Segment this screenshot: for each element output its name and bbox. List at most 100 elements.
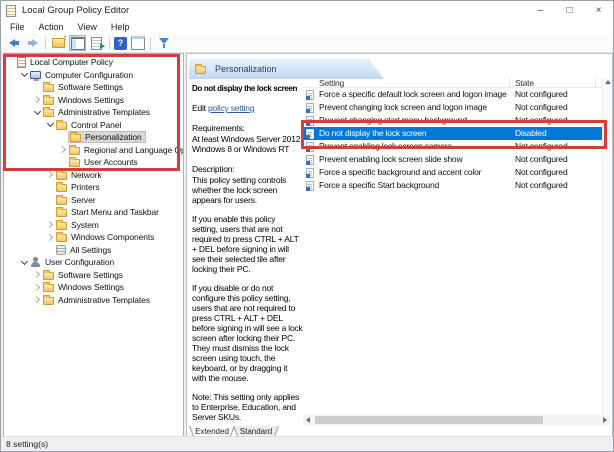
menu-item[interactable]: View — [71, 22, 104, 32]
expander-icon[interactable] — [20, 70, 29, 79]
tree-item[interactable]: Start Menu and Taskbar — [4, 206, 183, 219]
export-list-icon[interactable] — [88, 35, 105, 51]
tree-item-label: Regional and Language Options — [84, 145, 184, 155]
scroll-left-icon[interactable] — [303, 415, 313, 425]
policy-row[interactable]: Prevent enabling lock screen slide show … — [303, 153, 602, 166]
tree-item[interactable]: Software Settings — [4, 81, 183, 94]
tree-item[interactable]: All Settings — [4, 244, 183, 257]
tree-item-label: Server — [71, 195, 95, 205]
policy-row[interactable]: Force a specific default lock screen and… — [303, 88, 602, 101]
tree-item[interactable]: System — [4, 219, 183, 232]
folder-icon — [56, 172, 67, 180]
folder-icon — [43, 297, 54, 305]
expander-icon[interactable] — [33, 295, 42, 304]
policy-setting-icon — [306, 168, 314, 178]
tree-item[interactable]: Windows Settings — [4, 94, 183, 107]
app-icon — [6, 5, 16, 17]
new-window-icon[interactable] — [129, 35, 146, 51]
expander-icon[interactable] — [20, 258, 29, 267]
policy-state: Not configured — [515, 153, 567, 166]
tree-item[interactable]: Administrative Templates — [4, 294, 183, 307]
computer-icon — [30, 71, 41, 79]
expander-icon — [59, 133, 68, 142]
tree-item-label: Windows Components — [71, 232, 154, 242]
filter-icon[interactable] — [155, 35, 172, 51]
expander-icon[interactable] — [46, 220, 55, 229]
expander-icon[interactable] — [33, 283, 42, 292]
tree-item[interactable]: Server — [4, 194, 183, 207]
column-divider[interactable] — [595, 78, 596, 88]
folder-icon — [56, 122, 67, 130]
folder-icon — [43, 284, 54, 292]
expander-icon[interactable] — [46, 170, 55, 179]
tree-item[interactable]: Personalization — [4, 131, 183, 144]
menu-item[interactable]: File — [3, 22, 32, 32]
tree-item[interactable]: Windows Components — [4, 231, 183, 244]
policy-setting-icon — [306, 181, 314, 191]
expander-icon[interactable] — [46, 233, 55, 242]
folder-icon — [43, 272, 54, 280]
tree-item[interactable]: Computer Configuration — [4, 69, 183, 82]
policy-row[interactable]: Force a specific background and accent c… — [303, 166, 602, 179]
edit-policy-line: Edit policy setting — [192, 103, 303, 113]
tree-item[interactable]: User Configuration — [4, 256, 183, 269]
tree-item-label: Start Menu and Taskbar — [71, 207, 159, 217]
console-tree-panel: Local Computer Policy Computer Configura… — [3, 53, 184, 438]
policy-row[interactable]: Prevent enabling lock screen camera Not … — [303, 140, 602, 153]
tree-item[interactable]: Printers — [4, 181, 183, 194]
expander-icon[interactable] — [33, 270, 42, 279]
folder-icon — [56, 209, 67, 217]
expander-icon — [46, 208, 55, 217]
requirements-label: Requirements: — [192, 123, 303, 133]
main-area: Local Computer Policy Computer Configura… — [1, 53, 613, 436]
tree-item-label: Windows Settings — [58, 282, 124, 292]
policy-setting-link[interactable]: policy setting — [208, 103, 254, 113]
all-settings-icon — [56, 245, 66, 255]
folder-icon — [56, 184, 67, 192]
expander-icon[interactable] — [46, 120, 55, 129]
tree-item[interactable]: Regional and Language Options — [4, 144, 183, 157]
maximize-button[interactable]: □ — [555, 1, 584, 20]
vertical-scrollbar[interactable] — [602, 78, 611, 414]
tree-item[interactable]: Windows Settings — [4, 281, 183, 294]
expander-icon[interactable] — [33, 95, 42, 104]
horizontal-scrollbar[interactable] — [303, 415, 610, 425]
console-tree-icon[interactable] — [69, 35, 86, 51]
scrollbar-thumb[interactable] — [315, 416, 543, 424]
policy-row[interactable]: Do not display the lock screen Disabled — [303, 127, 602, 140]
minimize-button[interactable]: – — [526, 1, 555, 20]
policy-row[interactable]: Force a specific Start background Not co… — [303, 179, 602, 192]
tree-item[interactable]: Control Panel — [4, 119, 183, 132]
policy-row[interactable]: Prevent changing lock screen and logon i… — [303, 101, 602, 114]
separator — [45, 37, 46, 50]
menu-item[interactable]: Help — [104, 22, 137, 32]
status-text: 8 setting(s) — [6, 439, 48, 449]
column-divider[interactable] — [509, 78, 510, 88]
tree-item[interactable]: Software Settings — [4, 269, 183, 282]
tree-item-label: Network — [71, 170, 101, 180]
policy-row[interactable]: Prevent changing start menu background N… — [303, 114, 602, 127]
column-header-setting[interactable]: Setting — [319, 78, 344, 88]
description-paragraph: If you enable this policy setting, users… — [192, 214, 303, 274]
tree-item-label: Administrative Templates — [58, 107, 150, 117]
tree-item[interactable]: User Accounts — [4, 156, 183, 169]
folder-icon — [56, 197, 67, 205]
forward-icon[interactable] — [24, 35, 41, 51]
window-title: Local Group Policy Editor — [22, 5, 129, 16]
description-paragraph: Note: This setting only applies to Enter… — [192, 392, 303, 422]
separator — [150, 37, 151, 50]
description-paragraph: This policy setting controls whether the… — [192, 175, 303, 205]
back-icon[interactable] — [5, 35, 22, 51]
close-button[interactable]: × — [584, 1, 613, 20]
expander-icon[interactable] — [59, 145, 68, 154]
help-icon[interactable] — [114, 37, 127, 50]
column-header-state[interactable]: State — [515, 78, 534, 88]
up-level-icon[interactable] — [50, 35, 67, 51]
tree-item[interactable]: Administrative Templates — [4, 106, 183, 119]
scroll-right-icon[interactable] — [600, 415, 610, 425]
menu-item[interactable]: Action — [32, 22, 71, 32]
tree-item[interactable]: Network — [4, 169, 183, 182]
gpedit-window: Local Group Policy Editor –□× FileAction… — [0, 0, 614, 452]
tree-item[interactable]: Local Computer Policy — [4, 56, 183, 69]
expander-icon[interactable] — [33, 108, 42, 117]
